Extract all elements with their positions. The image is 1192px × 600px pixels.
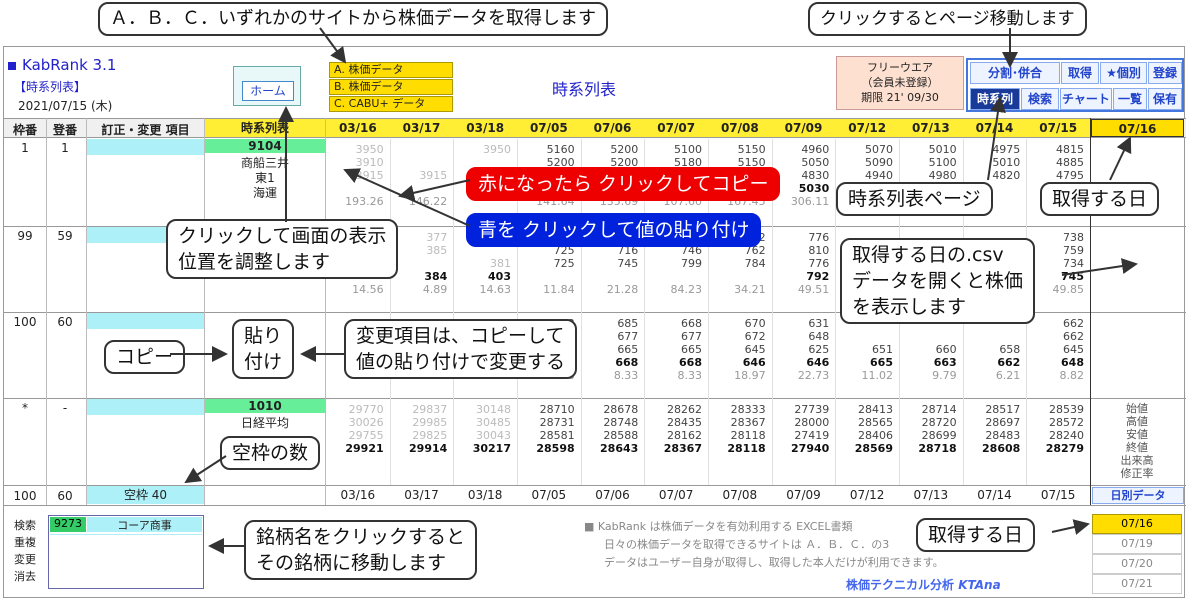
- arrow: [1051, 519, 1090, 535]
- arrow: [1061, 258, 1138, 276]
- arrow: [343, 168, 471, 227]
- arrow: [398, 179, 471, 201]
- arrow: [1109, 136, 1132, 181]
- arrow: [184, 455, 227, 484]
- arrows-layer: [170, 27, 1138, 554]
- arrow: [319, 27, 347, 64]
- arrow: [987, 96, 1006, 181]
